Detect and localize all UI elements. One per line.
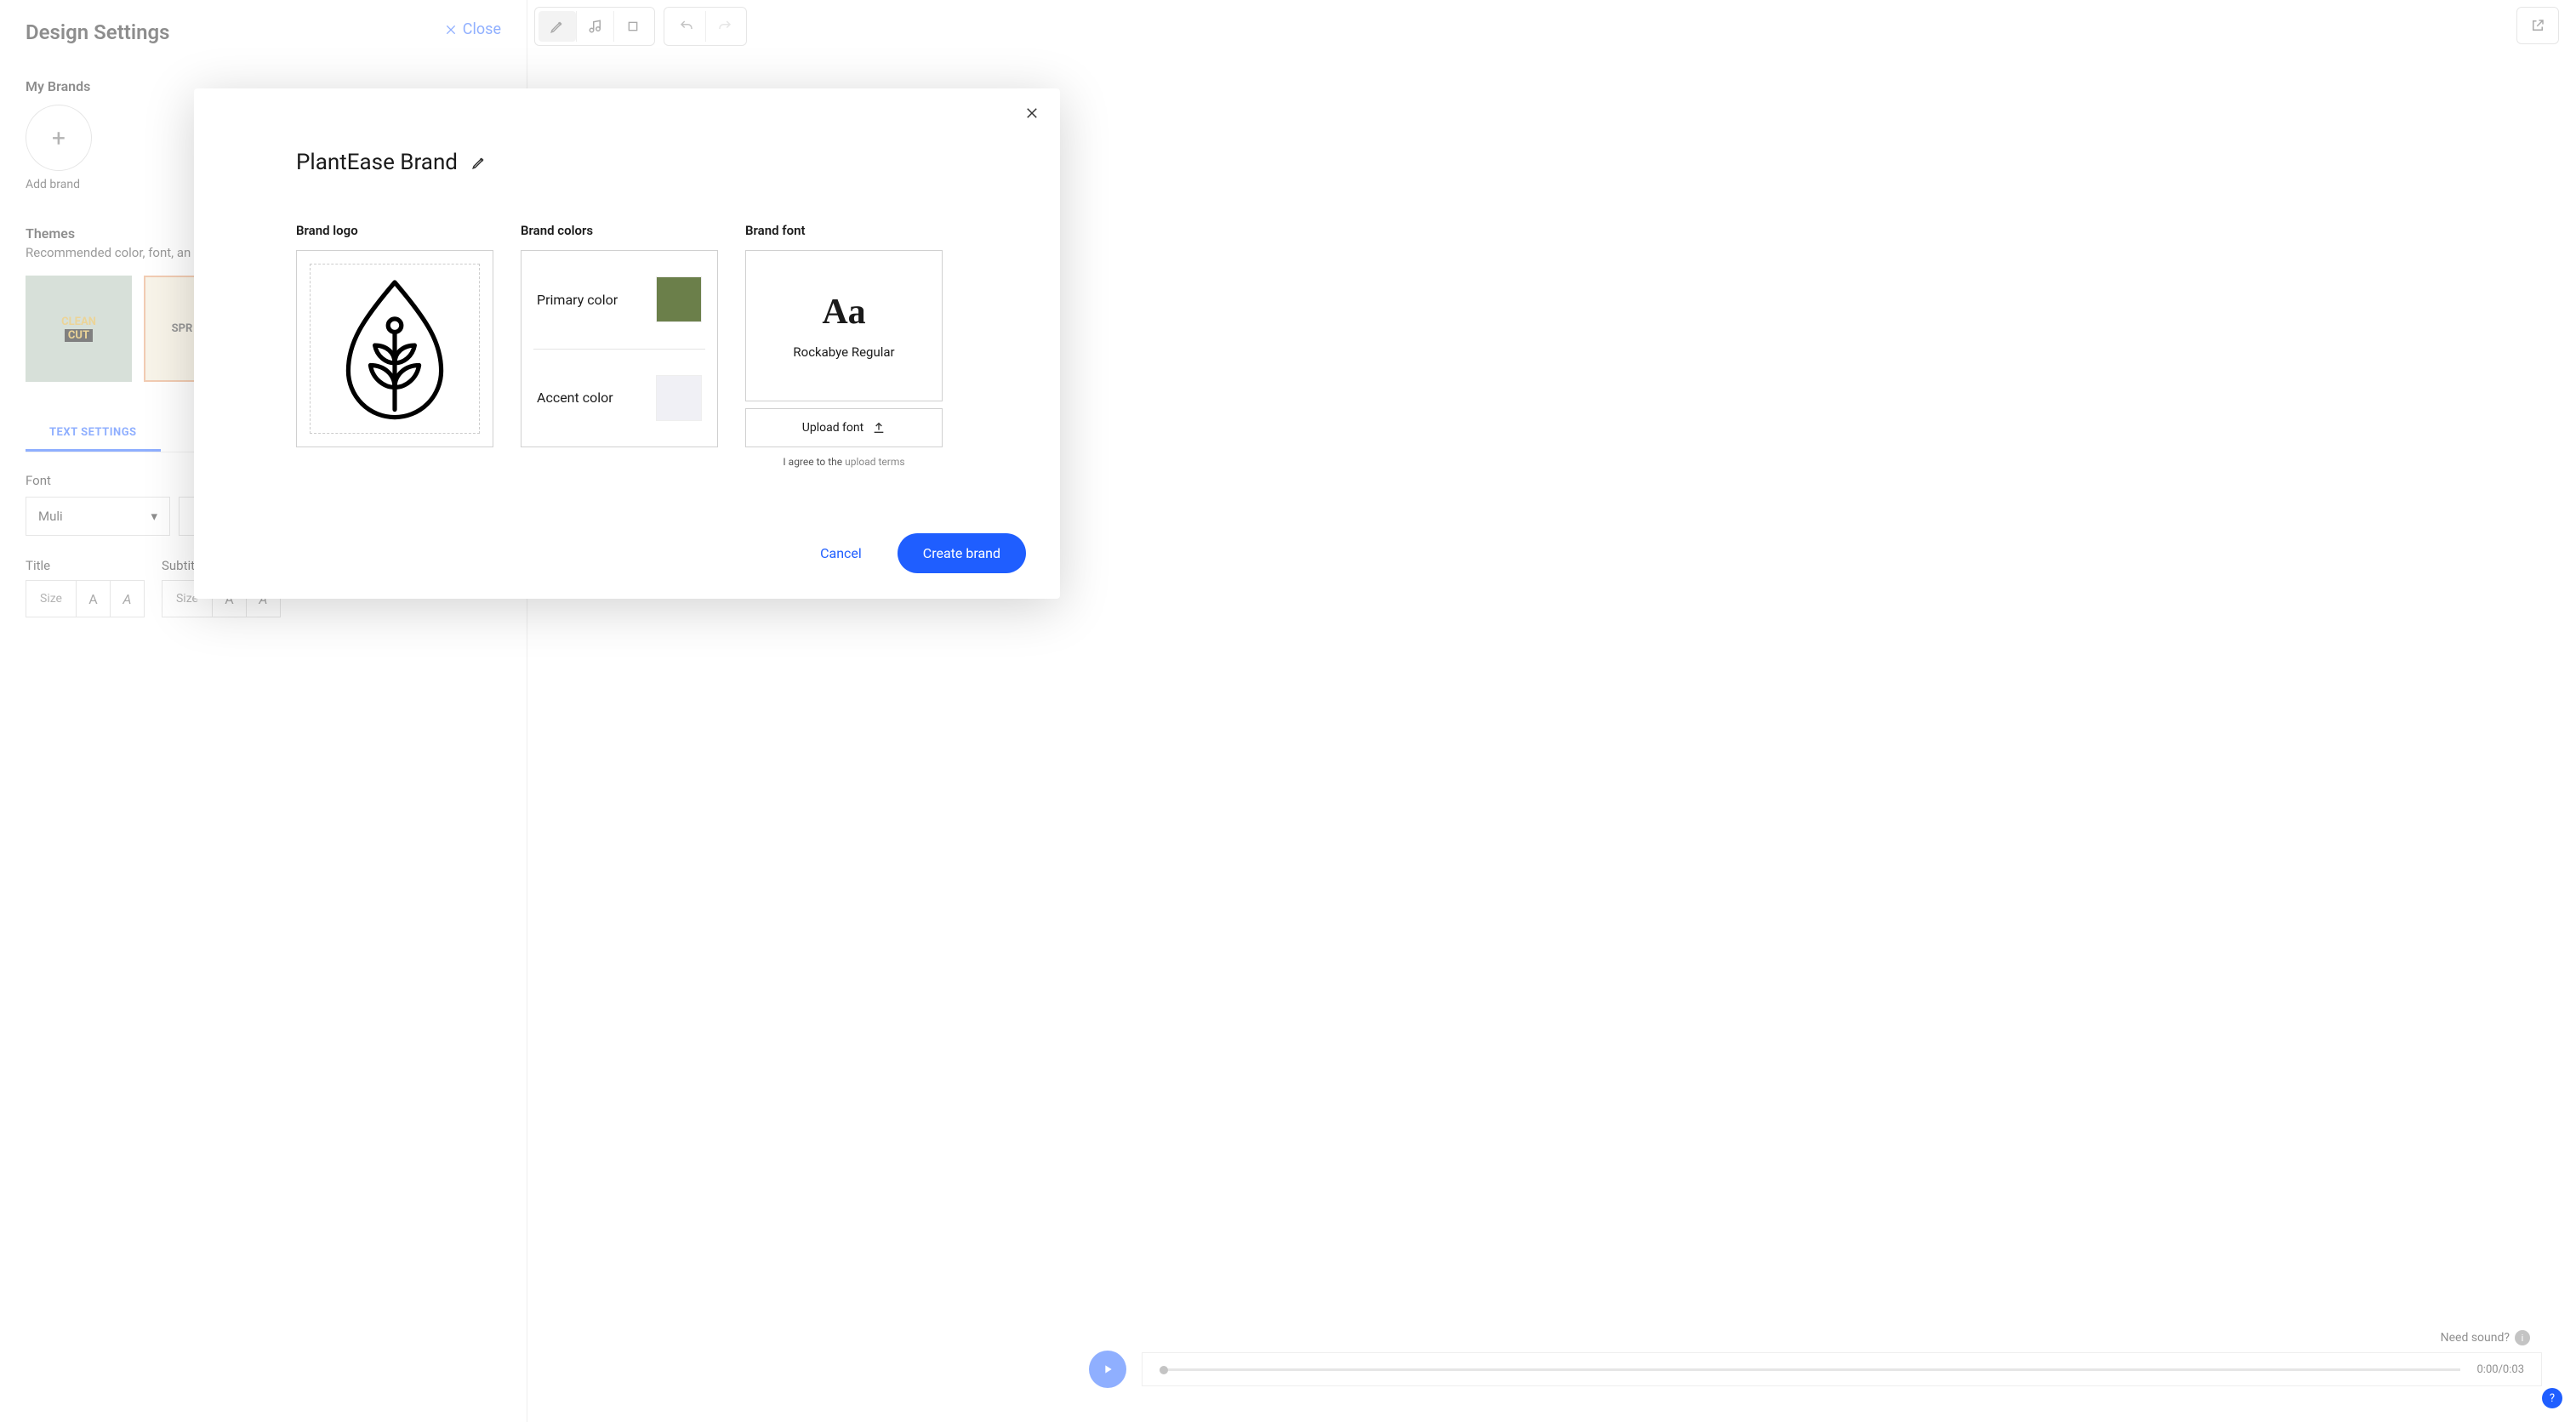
create-brand-button[interactable]: Create brand	[898, 533, 1026, 573]
upload-font-label: Upload font	[802, 421, 863, 435]
brand-logo-col: Brand logo	[296, 223, 493, 468]
accent-color-label: Accent color	[537, 390, 613, 406]
brand-modal: PlantEase Brand Brand logo	[194, 88, 1060, 599]
close-icon	[1024, 105, 1040, 121]
primary-color-label: Primary color	[537, 292, 618, 308]
brand-font-label: Brand font	[745, 223, 943, 238]
upload-icon	[872, 421, 886, 435]
plant-drop-icon	[339, 276, 450, 421]
upload-font-button[interactable]: Upload font	[745, 408, 943, 447]
primary-color-row[interactable]: Primary color	[521, 251, 717, 349]
upload-terms-line: I agree to the upload terms	[745, 456, 943, 468]
brand-colors-label: Brand colors	[521, 223, 718, 238]
primary-color-swatch[interactable]	[656, 276, 702, 322]
modal-close-button[interactable]	[1023, 104, 1041, 122]
accent-color-row[interactable]: Accent color	[521, 350, 717, 447]
font-name: Rockabye Regular	[793, 344, 894, 360]
accent-color-swatch[interactable]	[656, 375, 702, 421]
brand-logo-dropzone[interactable]	[310, 264, 480, 434]
brand-font-box[interactable]: Aa Rockabye Regular	[745, 250, 943, 401]
font-sample: Aa	[822, 292, 865, 333]
brand-colors-col: Brand colors Primary color Accent color	[521, 223, 718, 468]
help-button[interactable]: ?	[2542, 1388, 2562, 1408]
brand-colors-box: Primary color Accent color	[521, 250, 718, 447]
brand-name: PlantEase Brand	[296, 150, 458, 175]
brand-logo-label: Brand logo	[296, 223, 493, 238]
brand-font-col: Brand font Aa Rockabye Regular Upload fo…	[745, 223, 943, 468]
edit-name-button[interactable]	[471, 155, 487, 170]
cancel-button[interactable]: Cancel	[801, 535, 881, 572]
upload-terms-link[interactable]: upload terms	[845, 456, 904, 468]
modal-actions: Cancel Create brand	[801, 533, 1026, 573]
brand-logo-box[interactable]	[296, 250, 493, 447]
